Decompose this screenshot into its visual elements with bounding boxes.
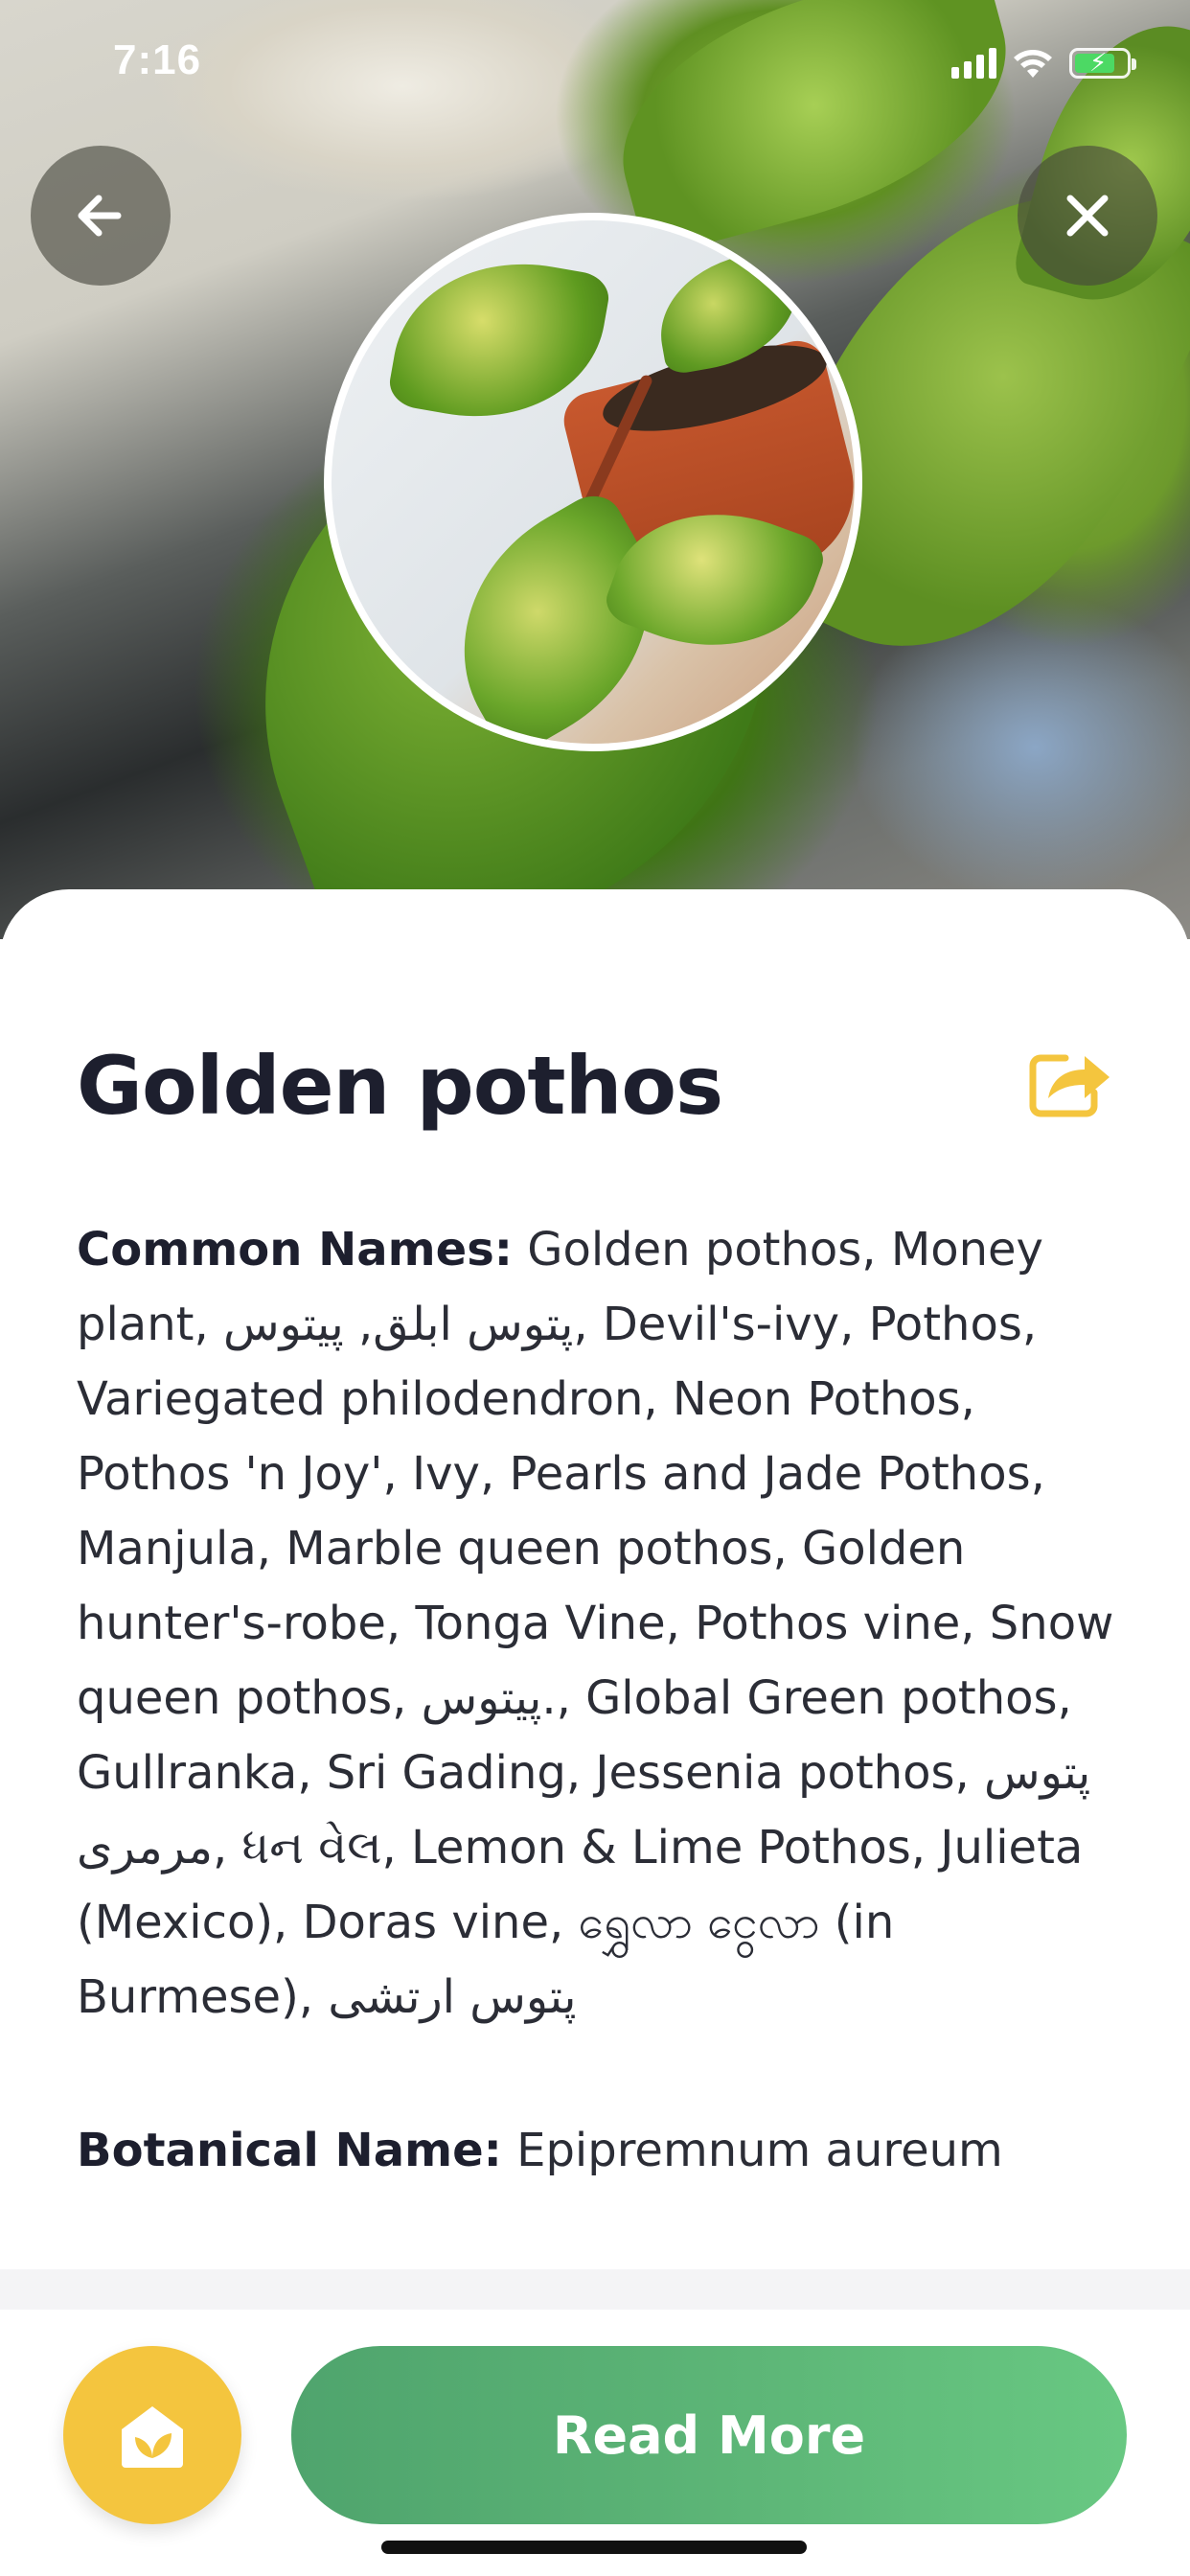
read-more-button[interactable]: Read More — [291, 2346, 1127, 2524]
plant-photo — [324, 213, 862, 751]
common-names-value: Golden pothos, Money plant, پتوس ابلق, پ… — [77, 1223, 1114, 2024]
arrow-left-icon — [78, 195, 122, 237]
status-bar: 7:16 ⚡ — [0, 0, 1190, 126]
status-time: 7:16 — [113, 36, 202, 83]
share-button[interactable] — [1027, 1043, 1113, 1119]
signal-icon — [951, 48, 996, 79]
wifi-icon — [1014, 50, 1052, 78]
plant-title: Golden pothos — [77, 1039, 723, 1133]
battery-charging-icon: ⚡ — [1069, 48, 1136, 79]
plant-house-icon — [122, 2406, 183, 2468]
back-button[interactable] — [31, 146, 171, 286]
common-names-text: Common Names: Golden pothos, Money plant… — [77, 1212, 1121, 2035]
botanical-name-label: Botanical Name: — [77, 2124, 502, 2177]
botanical-name-value: Epipremnum aureum — [516, 2124, 1003, 2177]
share-icon — [1029, 1054, 1110, 1117]
add-to-my-plants-button[interactable] — [63, 2346, 241, 2524]
close-icon — [1066, 195, 1109, 237]
common-names-label: Common Names: — [77, 1223, 513, 1276]
close-button[interactable] — [1018, 146, 1157, 286]
section-divider — [0, 2269, 1190, 2310]
home-indicator — [381, 2541, 807, 2554]
status-icons: ⚡ — [951, 44, 1136, 82]
botanical-name-text: Botanical Name: Epipremnum aureum — [77, 2113, 1121, 2188]
